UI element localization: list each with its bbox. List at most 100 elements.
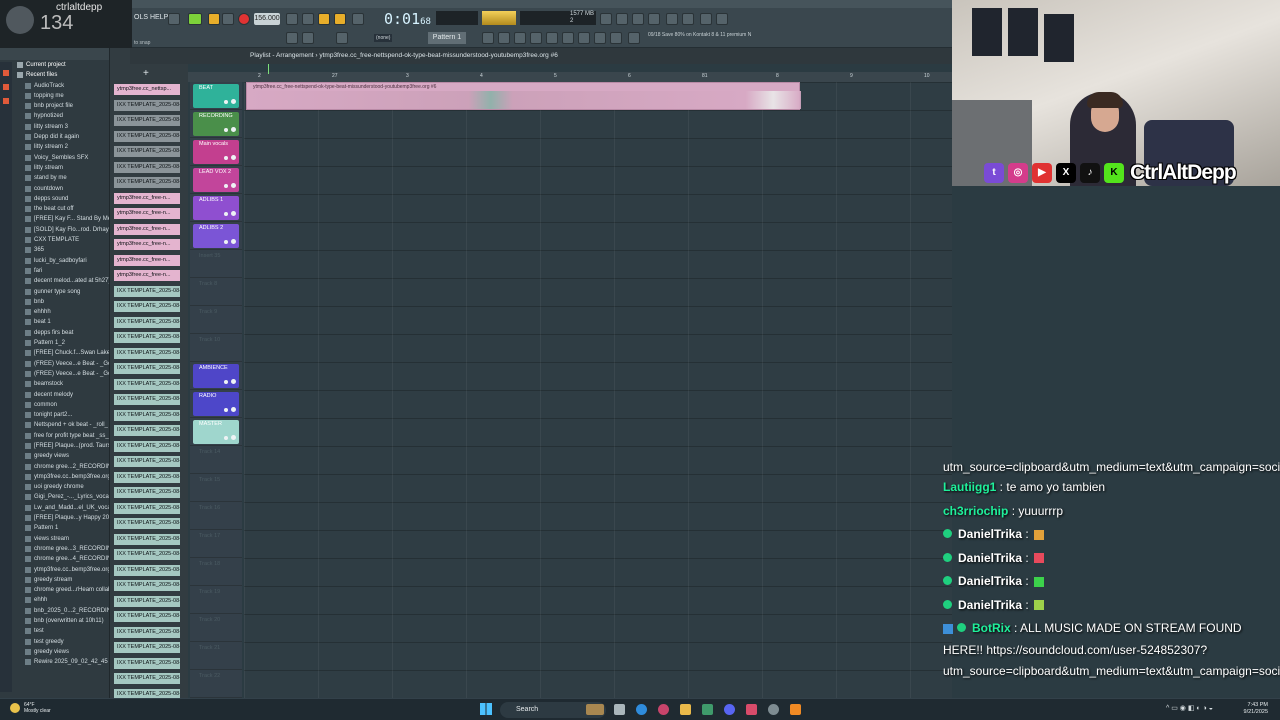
channel-button[interactable]: IXX TEMPLATE_2025-08-... bbox=[114, 487, 180, 498]
pan-knob-icon[interactable] bbox=[224, 100, 228, 104]
tool-icon[interactable] bbox=[302, 32, 314, 44]
browser-item[interactable]: bnb bbox=[0, 297, 109, 307]
app-icon[interactable] bbox=[768, 704, 779, 715]
chat-username[interactable]: DanielTrika bbox=[958, 527, 1022, 541]
browser-item[interactable]: Current project bbox=[0, 60, 109, 70]
volume-knob-icon[interactable] bbox=[231, 99, 236, 104]
pan-knob-icon[interactable] bbox=[224, 128, 228, 132]
browser-item[interactable]: ehhhh bbox=[0, 307, 109, 317]
help-menu[interactable]: OLS HELP bbox=[134, 14, 168, 21]
file-explorer-icon[interactable] bbox=[680, 704, 691, 715]
browser-item[interactable]: the beat cut off bbox=[0, 204, 109, 214]
channel-button[interactable]: IXX TEMPLATE_2025-08-... bbox=[114, 657, 180, 669]
tool-icon[interactable] bbox=[318, 13, 330, 25]
browser-item[interactable]: countdown bbox=[0, 184, 109, 194]
system-tray[interactable]: ^ ▭ ◉ ◧ ◐ ◑ ◒ bbox=[1166, 704, 1238, 714]
channel-button[interactable]: ytmp3free.cc_free-n... bbox=[114, 254, 180, 266]
browser-item[interactable]: AudioTrack bbox=[0, 81, 109, 91]
volume-knob-icon[interactable] bbox=[231, 239, 236, 244]
channel-button[interactable]: IXX TEMPLATE_2025-08-... bbox=[114, 564, 180, 576]
pan-knob-icon[interactable] bbox=[224, 156, 228, 160]
track-header[interactable]: Insert 35 bbox=[190, 250, 242, 278]
channel-button[interactable]: IXX TEMPLATE_2025-08-... bbox=[114, 611, 180, 622]
browser-item[interactable]: [FREE] Chuck.f...Swan Lake... bbox=[0, 348, 109, 358]
channel-button[interactable]: IXX TEMPLATE_2025-08-... bbox=[114, 99, 180, 111]
browser-item[interactable]: depps sound bbox=[0, 194, 109, 204]
browser-item[interactable]: test bbox=[0, 626, 109, 636]
browser-item[interactable]: fari bbox=[0, 266, 109, 276]
browser-item[interactable]: ytmp3free.cc..bemp3free.org bbox=[0, 565, 109, 575]
window-icon[interactable] bbox=[594, 32, 606, 44]
channel-button[interactable]: IXX TEMPLATE_2025-08-... bbox=[114, 363, 180, 374]
track-header[interactable]: Track 14 bbox=[190, 446, 242, 474]
track-header[interactable]: Track 21 bbox=[190, 642, 242, 670]
playlist-grid[interactable] bbox=[244, 82, 952, 698]
channel-button[interactable]: IXX TEMPLATE_2025-08-... bbox=[114, 332, 180, 343]
chat-username[interactable]: ch3rriochip bbox=[943, 504, 1008, 518]
app-icon[interactable] bbox=[746, 704, 757, 715]
window-icon[interactable] bbox=[546, 32, 558, 44]
channel-button[interactable]: IXX TEMPLATE_2025-08-... bbox=[114, 115, 180, 126]
weather-widget[interactable]: 64°F Mostly clear bbox=[10, 702, 51, 714]
pan-knob-icon[interactable] bbox=[224, 184, 228, 188]
pat-song-toggle[interactable] bbox=[188, 13, 202, 25]
taskbar-clock[interactable]: 7:43 PM 9/21/2025 bbox=[1244, 702, 1268, 716]
channel-button[interactable]: ytmp3free.cc_free-n... bbox=[114, 192, 180, 204]
browser-item[interactable]: Pattern 1_2 bbox=[0, 338, 109, 348]
channel-button[interactable]: ytmp3free.cc_nettsp... bbox=[114, 84, 180, 95]
track-header[interactable]: Main vocals bbox=[190, 138, 242, 166]
track-header[interactable]: Track 9 bbox=[190, 306, 242, 334]
channel-button[interactable]: IXX TEMPLATE_2025-08-... bbox=[114, 301, 180, 312]
chat-username[interactable]: Lautiigg1 bbox=[943, 480, 996, 494]
channel-button[interactable]: IXX TEMPLATE_2025-08-... bbox=[114, 347, 180, 359]
browser-item[interactable]: litty stream 3 bbox=[0, 122, 109, 132]
edge-icon[interactable] bbox=[636, 704, 647, 715]
chat-username[interactable]: DanielTrika bbox=[958, 551, 1022, 565]
mixer-icon[interactable] bbox=[530, 32, 542, 44]
tempo-display[interactable]: 156.000 bbox=[254, 13, 280, 25]
tool-icon[interactable] bbox=[616, 13, 628, 25]
pan-knob-icon[interactable] bbox=[224, 212, 228, 216]
channel-button[interactable]: IXX TEMPLATE_2025-08-... bbox=[114, 146, 180, 157]
browser-item[interactable]: stand by me bbox=[0, 173, 109, 183]
browser-item[interactable]: litty stream 2 bbox=[0, 142, 109, 152]
channel-button[interactable]: IXX TEMPLATE_2025-08-... bbox=[114, 161, 180, 173]
volume-knob-icon[interactable] bbox=[231, 435, 236, 440]
chat-username[interactable]: DanielTrika bbox=[958, 574, 1022, 588]
channel-button[interactable]: IXX TEMPLATE_2025-08-... bbox=[114, 549, 180, 560]
browser-item[interactable]: [FREE] Plaque...(prod. Taurs) bbox=[0, 441, 109, 451]
windows-start-icon[interactable] bbox=[480, 703, 492, 715]
track-header[interactable]: LEAD VOX 2 bbox=[190, 166, 242, 194]
task-view-icon[interactable] bbox=[614, 704, 625, 715]
browser-item[interactable]: bnb_2025_0...2_RECORDING bbox=[0, 606, 109, 616]
track-header[interactable]: ADLIBS 1 bbox=[190, 194, 242, 222]
channel-button[interactable]: IXX TEMPLATE_2025-08-... bbox=[114, 425, 180, 436]
volume-knob-icon[interactable] bbox=[231, 379, 236, 384]
browser-item[interactable]: [FREE] Kay F... Stand By Me... bbox=[0, 214, 109, 224]
channel-button[interactable]: IXX TEMPLATE_2025-08-... bbox=[114, 595, 180, 607]
channel-button[interactable]: IXX TEMPLATE_2025-08-... bbox=[114, 177, 180, 188]
browser-item[interactable]: lucki_by_sadboyfari bbox=[0, 256, 109, 266]
pan-knob-icon[interactable] bbox=[224, 240, 228, 244]
track-header[interactable]: Track 19 bbox=[190, 586, 242, 614]
channel-button[interactable]: IXX TEMPLATE_2025-08-... bbox=[114, 440, 180, 452]
window-icon[interactable] bbox=[610, 32, 622, 44]
browser-item[interactable]: tonight part2... bbox=[0, 410, 109, 420]
browser-item[interactable]: bnb (overwritten at 10h11) bbox=[0, 616, 109, 626]
channel-button[interactable]: IXX TEMPLATE_2025-08-... bbox=[114, 394, 180, 405]
channel-button[interactable]: ytmp3free.cc_free-n... bbox=[114, 208, 180, 219]
browser-item[interactable]: decent melody bbox=[0, 390, 109, 400]
channel-button[interactable]: IXX TEMPLATE_2025-08-... bbox=[114, 533, 180, 545]
channel-button[interactable]: IXX TEMPLATE_2025-08-... bbox=[114, 626, 180, 638]
track-header[interactable]: Track 16 bbox=[190, 502, 242, 530]
track-header[interactable]: Track 22 bbox=[190, 670, 242, 698]
browser-item[interactable]: topping me bbox=[0, 91, 109, 101]
browser-item[interactable]: bnb project file bbox=[0, 101, 109, 111]
browser-item[interactable]: decent melod...ated at 5h27) bbox=[0, 276, 109, 286]
track-header[interactable]: RECORDING bbox=[190, 110, 242, 138]
channel-button[interactable]: ytmp3free.cc_free-n... bbox=[114, 270, 180, 281]
window-icon[interactable] bbox=[482, 32, 494, 44]
tool-icon[interactable] bbox=[302, 13, 314, 25]
browser-item[interactable]: [FREE] Plaque...y Happy 2025 bbox=[0, 513, 109, 523]
tool-icon[interactable] bbox=[352, 13, 364, 25]
